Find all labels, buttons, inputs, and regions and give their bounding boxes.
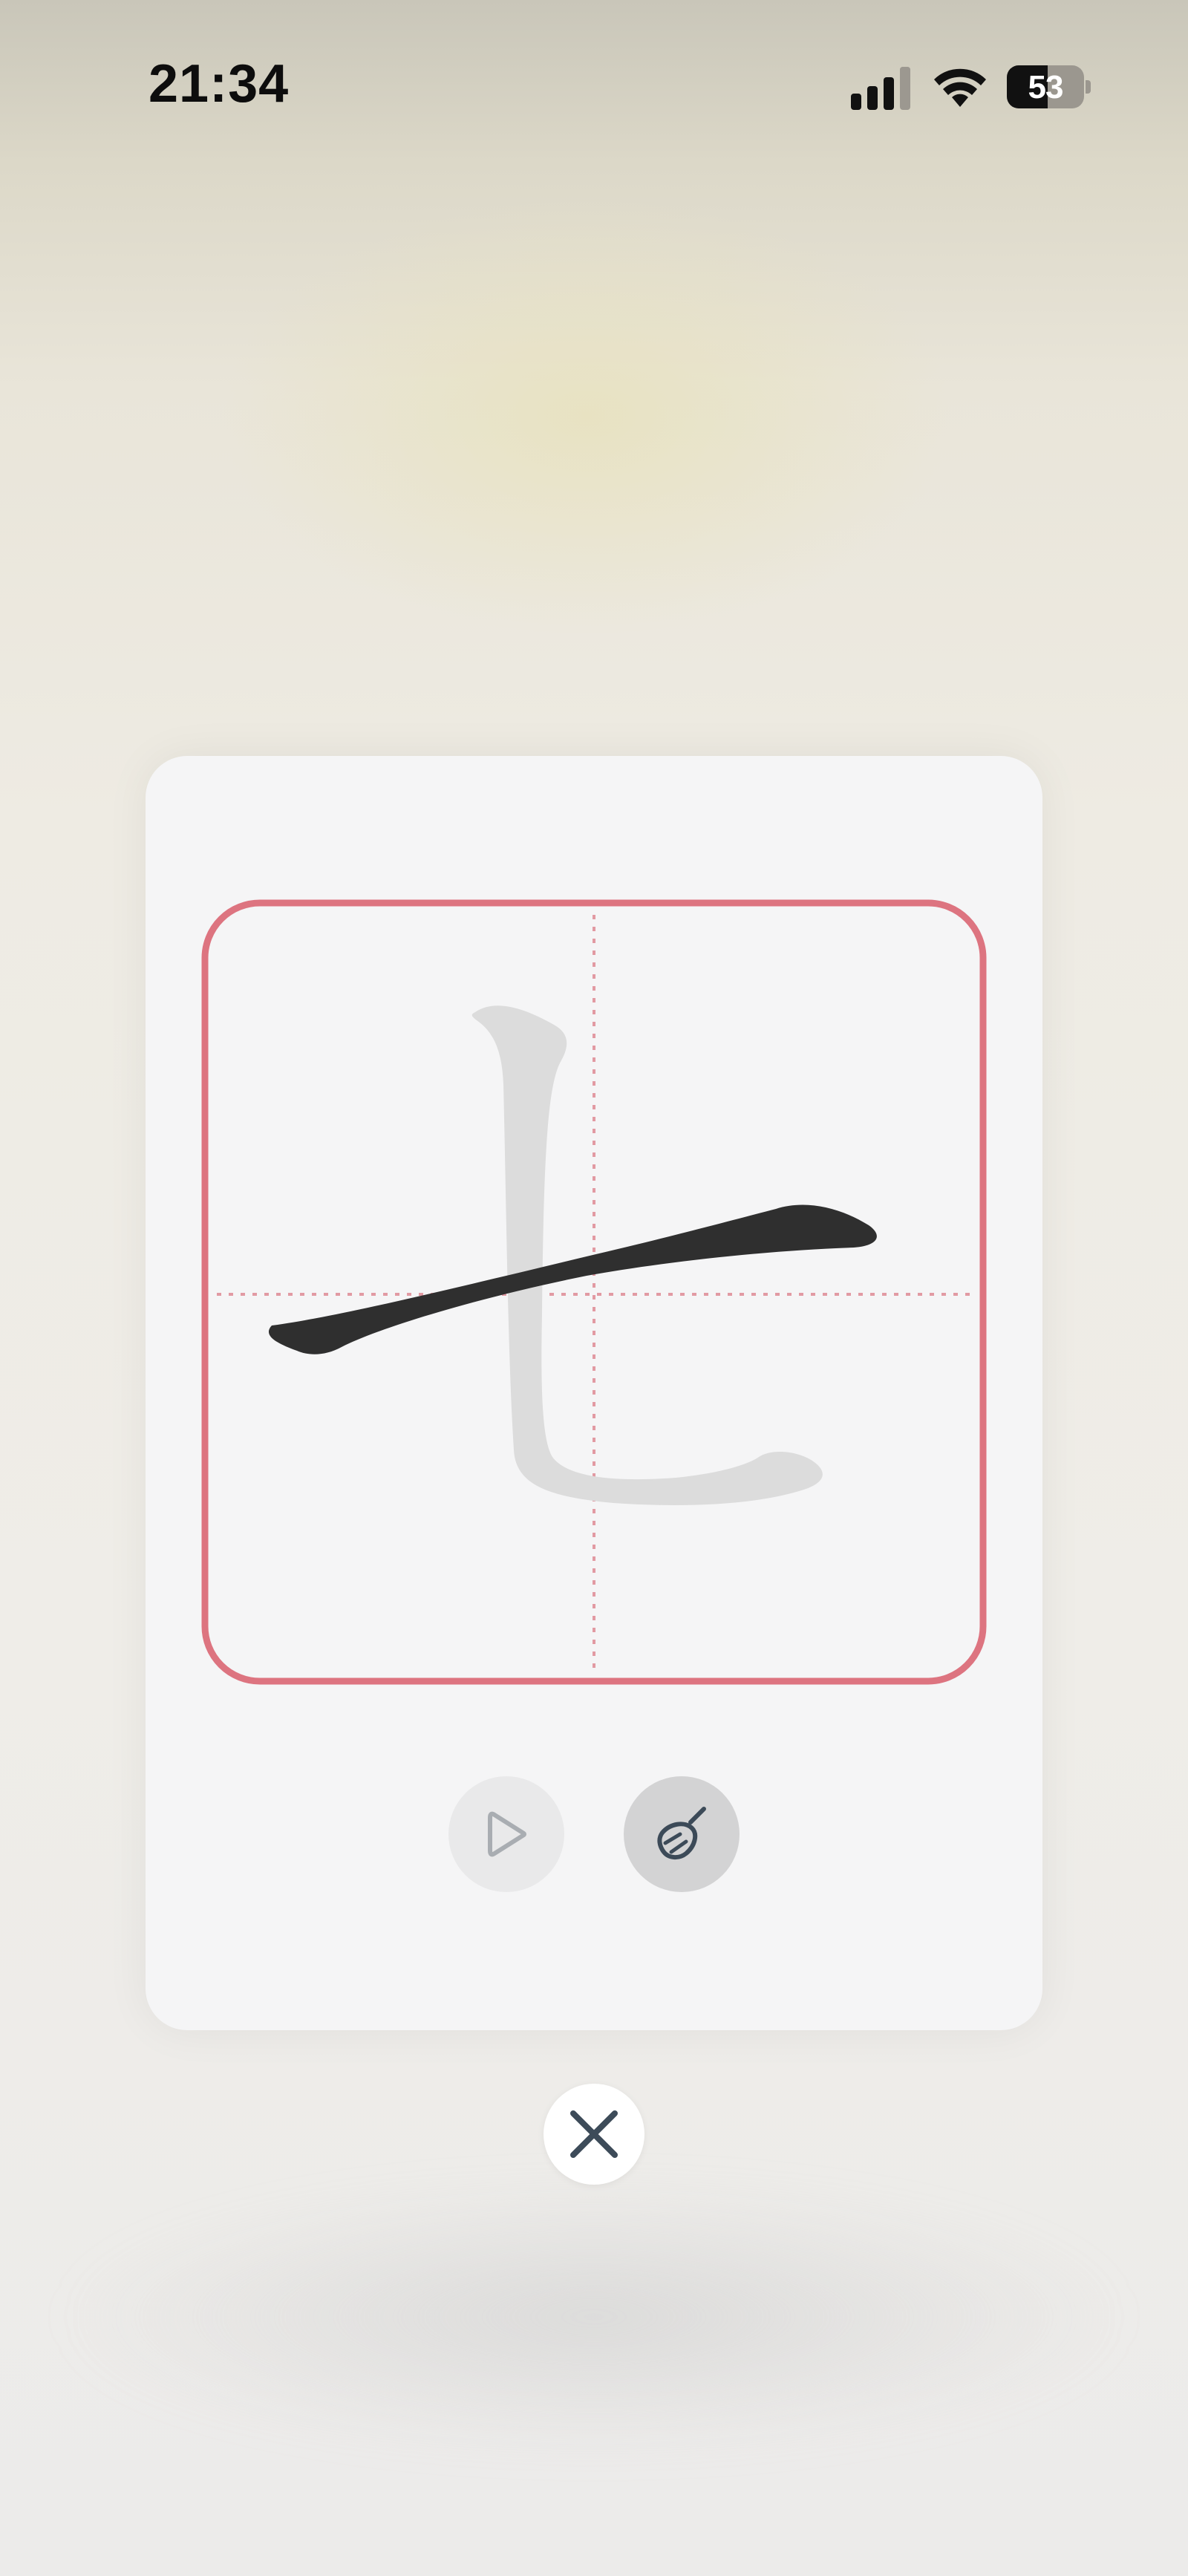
battery-tip	[1086, 80, 1091, 94]
drawn-stroke-1	[268, 1204, 877, 1354]
clear-canvas-button[interactable]	[624, 1776, 740, 1892]
wifi-icon	[934, 68, 986, 107]
play-animation-button[interactable]	[448, 1776, 564, 1892]
close-button[interactable]	[544, 2084, 644, 2185]
close-icon	[570, 2110, 618, 2158]
character-canvas[interactable]	[200, 899, 988, 1686]
cellular-signal-icon	[851, 67, 910, 110]
background-shadow	[59, 2183, 1129, 2451]
battery-level: 53	[1028, 69, 1064, 105]
broom-icon	[657, 1807, 706, 1859]
play-icon	[488, 1811, 526, 1857]
battery-icon: 53	[1007, 65, 1084, 108]
status-time: 21:34	[148, 54, 290, 114]
